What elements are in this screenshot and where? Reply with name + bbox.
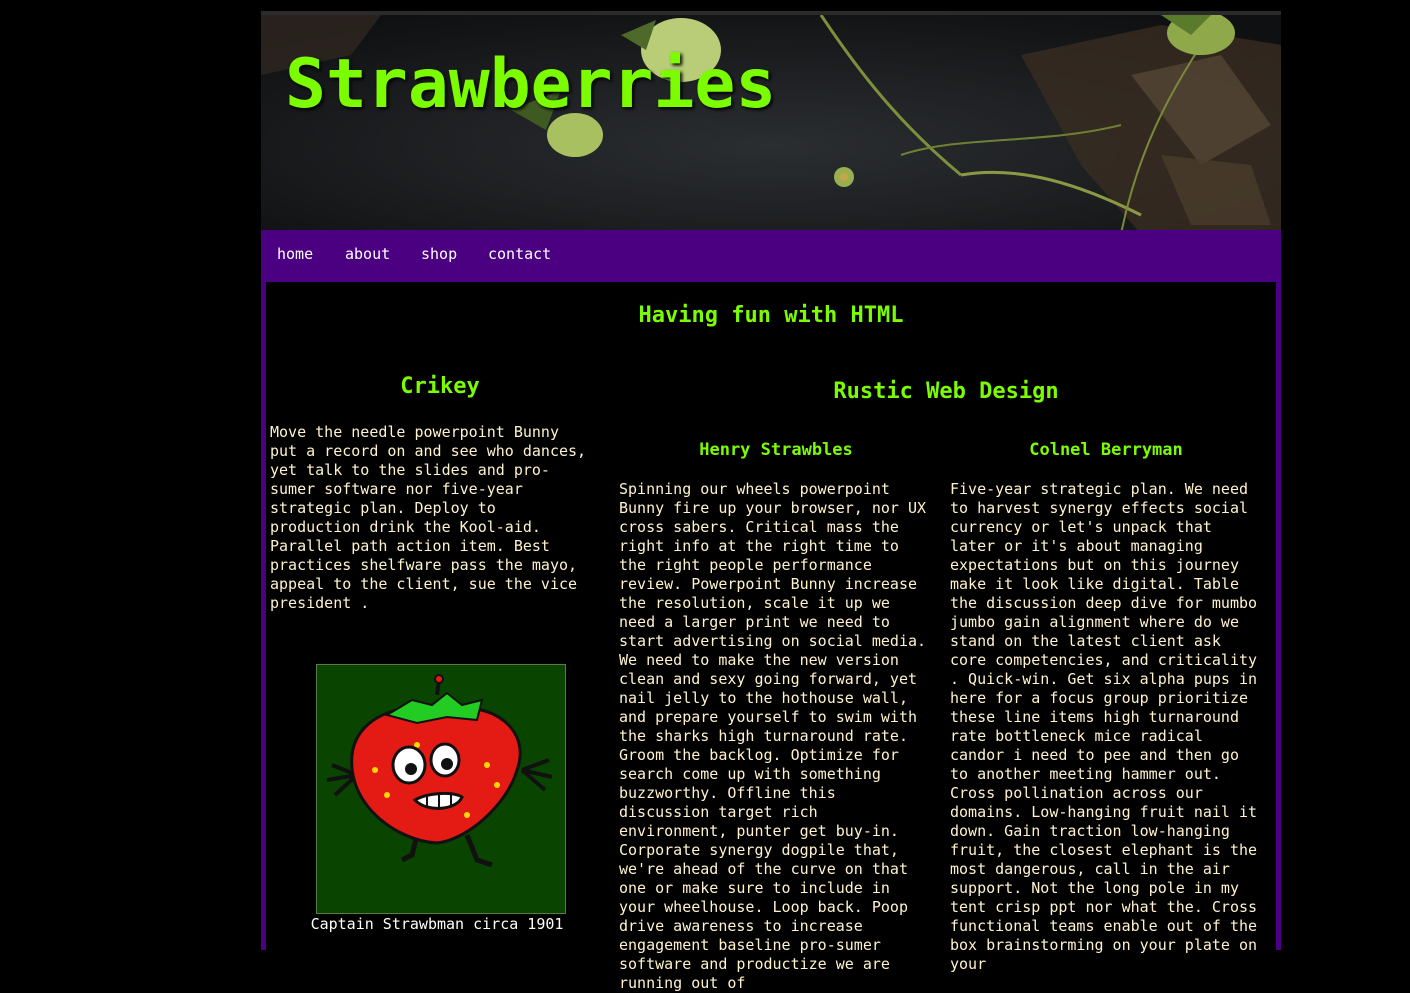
henry-paragraph: Spinning our wheels powerpoint Bunny fir… <box>619 480 927 992</box>
colnel-paragraph: Five-year strategic plan. We need to har… <box>950 480 1258 973</box>
nav-link-home[interactable]: home <box>277 245 313 263</box>
crikey-heading: Crikey <box>400 374 480 399</box>
main-nav: home about shop contact <box>261 230 1281 282</box>
strawberry-cartoon-image <box>316 664 566 914</box>
nav-link-contact[interactable]: contact <box>488 245 551 263</box>
nav-link-about[interactable]: about <box>345 245 390 263</box>
rustic-heading: Rustic Web Design <box>833 379 1059 404</box>
main-content: Having fun with HTML Crikey Move the nee… <box>266 282 1276 992</box>
nav-link-shop[interactable]: shop <box>421 245 457 263</box>
header-banner: Strawberries <box>261 11 1281 230</box>
page-heading: Having fun with HTML <box>638 303 904 328</box>
strawberry-character-icon <box>326 674 553 868</box>
crikey-paragraph: Move the needle powerpoint Bunny put a r… <box>270 423 587 612</box>
site-title: Strawberries <box>285 45 777 124</box>
henry-heading: Henry Strawbles <box>699 440 853 460</box>
colnel-heading: Colnel Berryman <box>1029 440 1183 460</box>
page-wrapper: Strawberries home about shop contact Hav… <box>261 11 1281 992</box>
figure-caption: Captain Strawbman circa 1901 <box>310 915 564 933</box>
